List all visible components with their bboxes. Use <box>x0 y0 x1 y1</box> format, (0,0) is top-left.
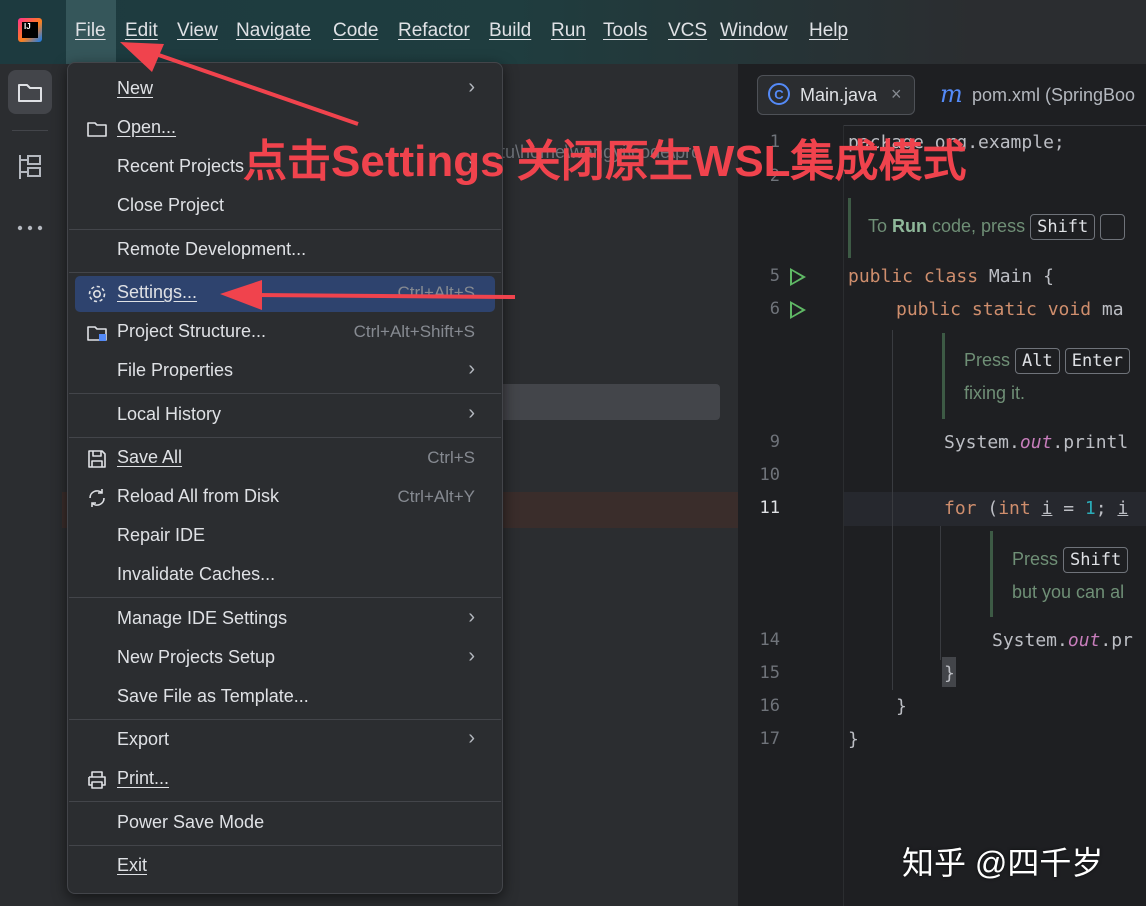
arrow-to-settings-icon <box>220 280 516 310</box>
zhihu-watermark: 知乎 @四千岁 <box>902 845 1104 881</box>
annotation-text: 点击Settings 关闭原生WSL集成模式 <box>243 137 967 186</box>
arrow-to-file-menu-icon <box>120 42 359 126</box>
